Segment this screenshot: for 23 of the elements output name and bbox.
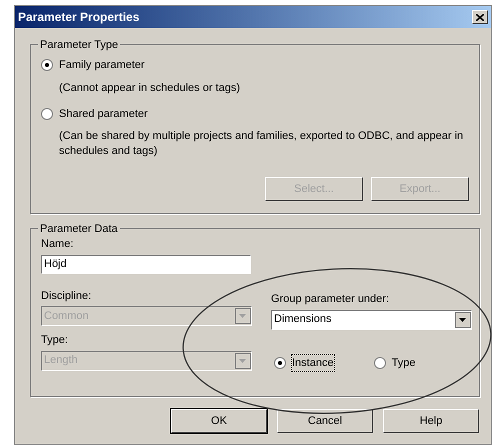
radio-button[interactable] — [41, 108, 53, 120]
name-field[interactable]: Höjd — [41, 254, 251, 274]
radio-label[interactable]: Family parameter — [59, 57, 145, 74]
radio-button[interactable] — [41, 59, 53, 72]
window-title: Parameter Properties — [18, 9, 140, 26]
option-description: (Cannot appear in schedules or tags) — [59, 80, 241, 96]
dialog-button[interactable]: Help — [383, 409, 479, 433]
radio-button[interactable] — [374, 356, 386, 369]
group-title: Parameter Type — [38, 37, 120, 54]
radio-label[interactable]: Shared parameter — [59, 106, 148, 122]
field-label: Name: — [41, 237, 74, 252]
radio-button[interactable] — [274, 356, 286, 369]
dialog-button[interactable]: OK — [171, 409, 267, 433]
option-description: (Can be shared by multiple projects and families, exported to ODBC, and appear in schedules and tags) — [59, 129, 464, 159]
field-label: Discipline: — [41, 288, 92, 304]
radio-label[interactable]: Type — [392, 354, 416, 371]
dropdown[interactable]: Dimensions — [271, 310, 472, 330]
close-icon — [476, 14, 484, 20]
field-label: Group parameter under: — [271, 292, 390, 307]
dialog-button[interactable]: Cancel — [277, 409, 373, 433]
radio-label[interactable]: Instance — [292, 354, 334, 371]
field-label: Type: — [41, 333, 69, 348]
close-button[interactable] — [472, 10, 488, 24]
